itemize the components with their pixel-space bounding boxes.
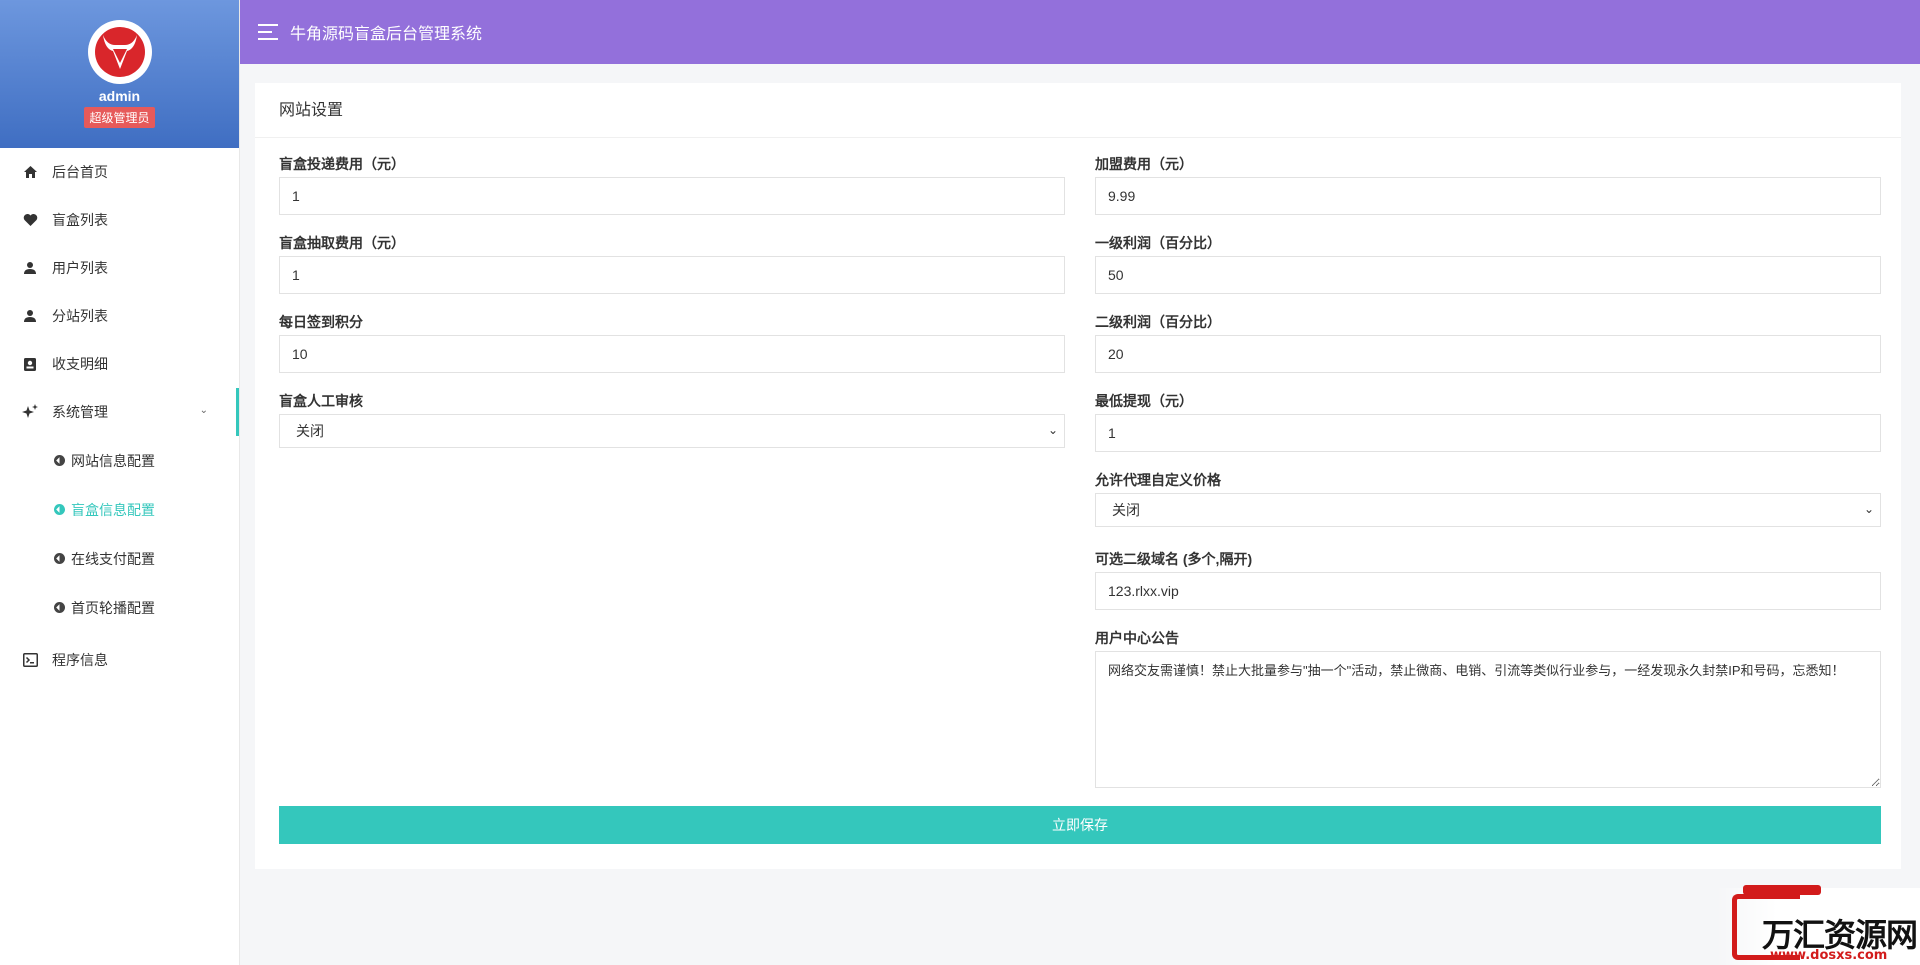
checkin-points-field: 每日签到积分 — [279, 313, 1065, 392]
manual-review-select[interactable]: 关闭 ⌄ — [279, 414, 1065, 448]
username: admin — [98, 88, 141, 104]
field-label: 盲盒抽取费用（元） — [279, 235, 405, 251]
agent-custom-price-select[interactable]: 关闭 ⌄ — [1095, 493, 1881, 527]
subdomains-input[interactable] — [1095, 572, 1881, 610]
watermark: 万汇资源网 www.dosxs.com — [1716, 885, 1920, 965]
franchise-fee-input[interactable] — [1095, 177, 1881, 215]
level1-profit-field: 一级利润（百分比） — [1095, 234, 1881, 313]
notice-textarea[interactable]: 网络交友需谨慎！禁止大批量参与"抽一个"活动，禁止微商、电销、引流等类似行业参与… — [1095, 651, 1881, 788]
sidebar-subitem-label: 网站信息配置 — [71, 452, 155, 469]
user-icon — [22, 308, 38, 324]
sidebar-item-blindbox-list[interactable]: 盲盒列表 — [0, 196, 239, 244]
sidebar-item-home[interactable]: 后台首页 — [0, 148, 239, 196]
level2-profit-field: 二级利润（百分比） — [1095, 313, 1881, 392]
field-label: 盲盒投递费用（元） — [279, 156, 405, 172]
field-label: 加盟费用（元） — [1095, 156, 1193, 172]
heart-icon — [22, 212, 38, 228]
user-icon — [22, 260, 38, 276]
field-label: 一级利润（百分比） — [1095, 235, 1221, 251]
bull-logo-icon — [94, 27, 145, 77]
form-column-left: 盲盒投递费用（元） 盲盒抽取费用（元） 每日签到积分 盲盒人工审核 关闭 ⌄ — [279, 155, 1065, 471]
sidebar-item-user-list[interactable]: 用户列表 — [0, 244, 239, 292]
sidebar-subitem-label: 盲盒信息配置 — [71, 501, 155, 518]
avatar[interactable] — [87, 20, 152, 84]
sidebar-item-label: 用户列表 — [52, 260, 108, 276]
field-label: 用户中心公告 — [1095, 630, 1179, 646]
form-column-right: 加盟费用（元） 一级利润（百分比） 二级利润（百分比） 最低提现（元） 允许代理… — [1095, 155, 1881, 794]
sidebar-item-label: 后台首页 — [52, 164, 108, 180]
agent-custom-price-field: 允许代理自定义价格 关闭 ⌄ — [1095, 471, 1881, 550]
select-value: 关闭 — [1112, 502, 1140, 518]
sub-nav-list: 网站信息配置 盲盒信息配置 在线支付配置 首页轮播配置 — [0, 436, 239, 632]
compass-icon — [54, 455, 65, 466]
sparkle-icon — [22, 404, 38, 420]
sidebar-item-substation-list[interactable]: 分站列表 — [0, 292, 239, 340]
settings-card: 网站设置 盲盒投递费用（元） 盲盒抽取费用（元） 每日签到积分 盲盒人工审核 关… — [255, 83, 1901, 869]
card-title: 网站设置 — [255, 83, 1901, 138]
manual-review-field: 盲盒人工审核 关闭 ⌄ — [279, 392, 1065, 471]
chevron-down-icon: ⌄ — [1047, 423, 1058, 437]
sidebar: admin 超级管理员 后台首页 盲盒列表 用户列表 分站列表 收支明细 系统管… — [0, 0, 240, 965]
delivery-fee-field: 盲盒投递费用（元） — [279, 155, 1065, 234]
sidebar-item-label: 盲盒列表 — [52, 212, 108, 228]
hamburger-menu-icon[interactable] — [258, 24, 278, 40]
draw-fee-field: 盲盒抽取费用（元） — [279, 234, 1065, 313]
draw-fee-input[interactable] — [279, 256, 1065, 294]
field-label: 盲盒人工审核 — [279, 393, 363, 409]
field-label: 每日签到积分 — [279, 314, 363, 330]
sidebar-item-transactions[interactable]: 收支明细 — [0, 340, 239, 388]
role-badge: 超级管理员 — [84, 107, 155, 128]
sidebar-subitem-label: 在线支付配置 — [71, 550, 155, 567]
sidebar-item-label: 收支明细 — [52, 356, 108, 372]
save-button[interactable]: 立即保存 — [279, 806, 1881, 844]
nav-list: 后台首页 盲盒列表 用户列表 分站列表 收支明细 系统管理 ⌄ — [0, 148, 239, 436]
sidebar-item-program-info[interactable]: 程序信息 — [0, 636, 239, 684]
franchise-fee-field: 加盟费用（元） — [1095, 155, 1881, 234]
nav-list-bottom: 程序信息 — [0, 636, 239, 684]
level1-profit-input[interactable] — [1095, 256, 1881, 294]
sidebar-subitem-site-config[interactable]: 网站信息配置 — [0, 436, 239, 485]
min-withdraw-field: 最低提现（元） — [1095, 392, 1881, 471]
level2-profit-input[interactable] — [1095, 335, 1881, 373]
sidebar-item-label: 分站列表 — [52, 308, 108, 324]
field-label: 二级利润（百分比） — [1095, 314, 1221, 330]
checkin-points-input[interactable] — [279, 335, 1065, 373]
field-label: 可选二级域名 (多个,隔开) — [1095, 551, 1253, 567]
field-label: 允许代理自定义价格 — [1095, 472, 1221, 488]
subdomains-field: 可选二级域名 (多个,隔开) — [1095, 550, 1881, 629]
app-title: 牛角源码盲盒后台管理系统 — [290, 26, 483, 43]
sidebar-item-label: 系统管理 — [52, 404, 108, 420]
profile-panel: admin 超级管理员 — [0, 0, 239, 148]
sidebar-item-label: 程序信息 — [52, 652, 108, 668]
sidebar-item-system-management[interactable]: 系统管理 ⌄ — [0, 388, 239, 436]
contact-card-icon — [22, 356, 38, 372]
sidebar-subitem-blindbox-config[interactable]: 盲盒信息配置 — [0, 485, 239, 534]
compass-icon — [54, 504, 65, 515]
sidebar-subitem-label: 首页轮播配置 — [71, 599, 155, 616]
top-header: 牛角源码盲盒后台管理系统 — [240, 0, 1920, 64]
select-value: 关闭 — [296, 423, 324, 439]
field-label: 最低提现（元） — [1095, 393, 1193, 409]
compass-icon — [54, 553, 65, 564]
min-withdraw-input[interactable] — [1095, 414, 1881, 452]
chevron-down-icon: ⌄ — [199, 405, 208, 416]
sidebar-subitem-carousel-config[interactable]: 首页轮播配置 — [0, 583, 239, 632]
notice-field: 用户中心公告 网络交友需谨慎！禁止大批量参与"抽一个"活动，禁止微商、电销、引流… — [1095, 629, 1881, 794]
sidebar-subitem-payment-config[interactable]: 在线支付配置 — [0, 534, 239, 583]
watermark-url: www.dosxs.com — [1770, 948, 1888, 963]
compass-icon — [54, 602, 65, 613]
terminal-icon — [22, 652, 38, 668]
home-icon — [22, 164, 38, 180]
chevron-down-icon: ⌄ — [1863, 502, 1874, 516]
delivery-fee-input[interactable] — [279, 177, 1065, 215]
